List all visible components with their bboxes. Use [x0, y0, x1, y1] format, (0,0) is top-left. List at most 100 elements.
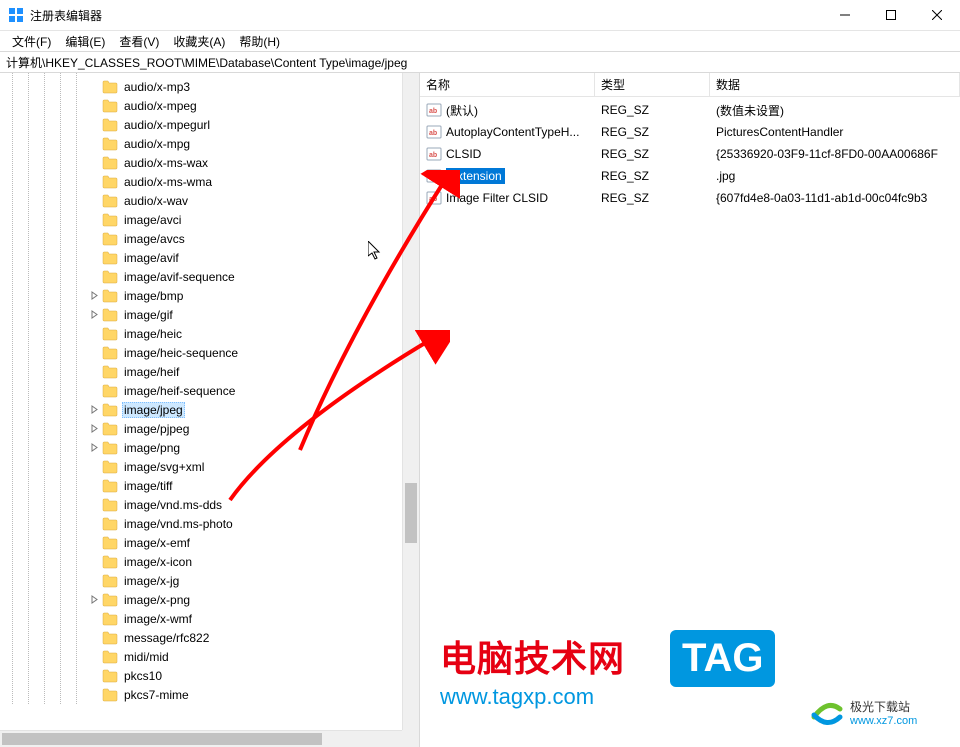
tree-item-label: image/x-wmf — [122, 611, 194, 627]
expander-icon[interactable] — [86, 440, 102, 456]
tree-item-label: image/x-png — [122, 592, 192, 608]
menu-favorites[interactable]: 收藏夹(A) — [167, 31, 231, 52]
cursor-icon — [368, 241, 382, 261]
menu-help[interactable]: 帮助(H) — [233, 31, 286, 52]
address-bar[interactable]: 计算机\HKEY_CLASSES_ROOT\MIME\Database\Cont… — [0, 51, 960, 73]
titlebar: 注册表编辑器 — [0, 0, 960, 31]
folder-icon — [102, 156, 118, 170]
watermark-brand: 电脑技术网 www.tagxp.com — [440, 630, 625, 710]
tree-item-label: pkcs7-mime — [122, 687, 191, 703]
tree-item-label: pkcs10 — [122, 668, 164, 684]
tree-item-label: audio/x-ms-wax — [122, 155, 210, 171]
folder-icon — [102, 574, 118, 588]
tree-item-label: image/x-jg — [122, 573, 181, 589]
folder-icon — [102, 346, 118, 360]
value-row[interactable]: ab(默认)REG_SZ(数值未设置) — [420, 99, 960, 121]
values-header: 名称 类型 数据 — [420, 73, 960, 97]
folder-icon — [102, 612, 118, 626]
value-data: {25336920-03F9-11cf-8FD0-00AA00686F — [710, 147, 960, 161]
folder-icon — [102, 289, 118, 303]
expander-icon[interactable] — [86, 288, 102, 304]
column-data[interactable]: 数据 — [710, 73, 960, 96]
aurora-logo-icon — [810, 695, 844, 729]
value-row[interactable]: ab CLSID REG_SZ{25336920-03F9-11cf-8FD0-00… — [420, 143, 960, 165]
column-name[interactable]: 名称 — [420, 73, 595, 96]
scrollbar-thumb[interactable] — [2, 733, 322, 745]
folder-icon — [102, 403, 118, 417]
folder-icon — [102, 460, 118, 474]
value-data: .jpg — [710, 169, 960, 183]
menubar: 文件(F) 编辑(E) 查看(V) 收藏夹(A) 帮助(H) — [0, 31, 960, 51]
expander-icon[interactable] — [86, 592, 102, 608]
value-name: AutoplayContentTypeH... — [446, 125, 579, 139]
folder-icon — [102, 251, 118, 265]
value-name: CLSID — [446, 147, 481, 161]
tree-item-label: image/bmp — [122, 288, 185, 304]
value-row[interactable]: abImage Filter CLSIDREG_SZ{607fd4e8-0a03… — [420, 187, 960, 209]
value-row[interactable]: abExtensionREG_SZ.jpg — [420, 165, 960, 187]
tree-item-label: image/jpeg — [122, 402, 185, 418]
tree-horizontal-scrollbar[interactable] — [0, 730, 402, 747]
menu-file[interactable]: 文件(F) — [6, 31, 57, 52]
string-value-icon: ab — [426, 146, 442, 162]
value-data: PicturesContentHandler — [710, 125, 960, 139]
tree-item-label: image/gif — [122, 307, 175, 323]
tree-item-label: image/avcs — [122, 231, 187, 247]
folder-icon — [102, 194, 118, 208]
string-value-icon: ab — [426, 124, 442, 140]
value-type: REG_SZ — [595, 191, 710, 205]
value-data: (数值未设置) — [710, 102, 960, 119]
expander-icon[interactable] — [86, 402, 102, 418]
folder-icon — [102, 232, 118, 246]
value-type: REG_SZ — [595, 169, 710, 183]
watermark-site2: 极光下载站 www.xz7.com — [810, 695, 917, 729]
folder-icon — [102, 118, 118, 132]
value-data: {607fd4e8-0a03-11d1-ab1d-00c04fc9b3 — [710, 191, 960, 205]
tree-vertical-scrollbar[interactable] — [402, 73, 419, 730]
folder-icon — [102, 555, 118, 569]
menu-view[interactable]: 查看(V) — [113, 31, 165, 52]
tree-item-label: image/heif-sequence — [122, 383, 237, 399]
value-type: REG_SZ — [595, 147, 710, 161]
tree-item-label: image/heic — [122, 326, 184, 342]
tree-item-label: midi/mid — [122, 649, 171, 665]
scrollbar-thumb[interactable] — [405, 483, 417, 543]
tree-item-label: image/avif — [122, 250, 181, 266]
string-value-icon: ab — [426, 168, 442, 184]
tree-item-label: image/pjpeg — [122, 421, 191, 437]
address-text: 计算机\HKEY_CLASSES_ROOT\MIME\Database\Cont… — [6, 54, 407, 71]
tree-item-label: image/avif-sequence — [122, 269, 237, 285]
svg-text:ab: ab — [429, 174, 437, 181]
folder-icon — [102, 327, 118, 341]
tree-item-label: image/svg+xml — [122, 459, 206, 475]
menu-edit[interactable]: 编辑(E) — [59, 31, 111, 52]
expander-icon[interactable] — [86, 307, 102, 323]
tree-item-label: audio/x-ms-wma — [122, 174, 214, 190]
app-icon — [8, 7, 24, 23]
folder-icon — [102, 137, 118, 151]
watermark-tag: TAG — [670, 630, 775, 687]
tree-item-label: image/heif — [122, 364, 181, 380]
watermark-brand-cn: 电脑技术网 — [440, 630, 625, 682]
svg-text:ab: ab — [429, 108, 437, 115]
tree-item-label: image/avci — [122, 212, 183, 228]
column-type[interactable]: 类型 — [595, 73, 710, 96]
watermark-site2-name: 极光下载站 — [850, 698, 917, 715]
tree-item-label: image/tiff — [122, 478, 174, 494]
folder-icon — [102, 631, 118, 645]
watermark-brand-url: www.tagxp.com — [440, 684, 625, 710]
minimize-button[interactable] — [822, 0, 868, 30]
close-button[interactable] — [914, 0, 960, 30]
string-value-icon: ab — [426, 102, 442, 118]
window-controls — [822, 0, 960, 30]
folder-icon — [102, 479, 118, 493]
folder-icon — [102, 650, 118, 664]
expander-icon[interactable] — [86, 421, 102, 437]
value-row[interactable]: abAutoplayContentTypeH...REG_SZPicturesC… — [420, 121, 960, 143]
scroll-corner — [402, 730, 419, 747]
tree-item-label: image/x-icon — [122, 554, 194, 570]
folder-icon — [102, 80, 118, 94]
maximize-button[interactable] — [868, 0, 914, 30]
tree-scroll[interactable]: audio/x-mp3audio/x-mpegaudio/x-mpegurlau… — [0, 73, 402, 730]
tree-item-label: audio/x-mpeg — [122, 98, 199, 114]
